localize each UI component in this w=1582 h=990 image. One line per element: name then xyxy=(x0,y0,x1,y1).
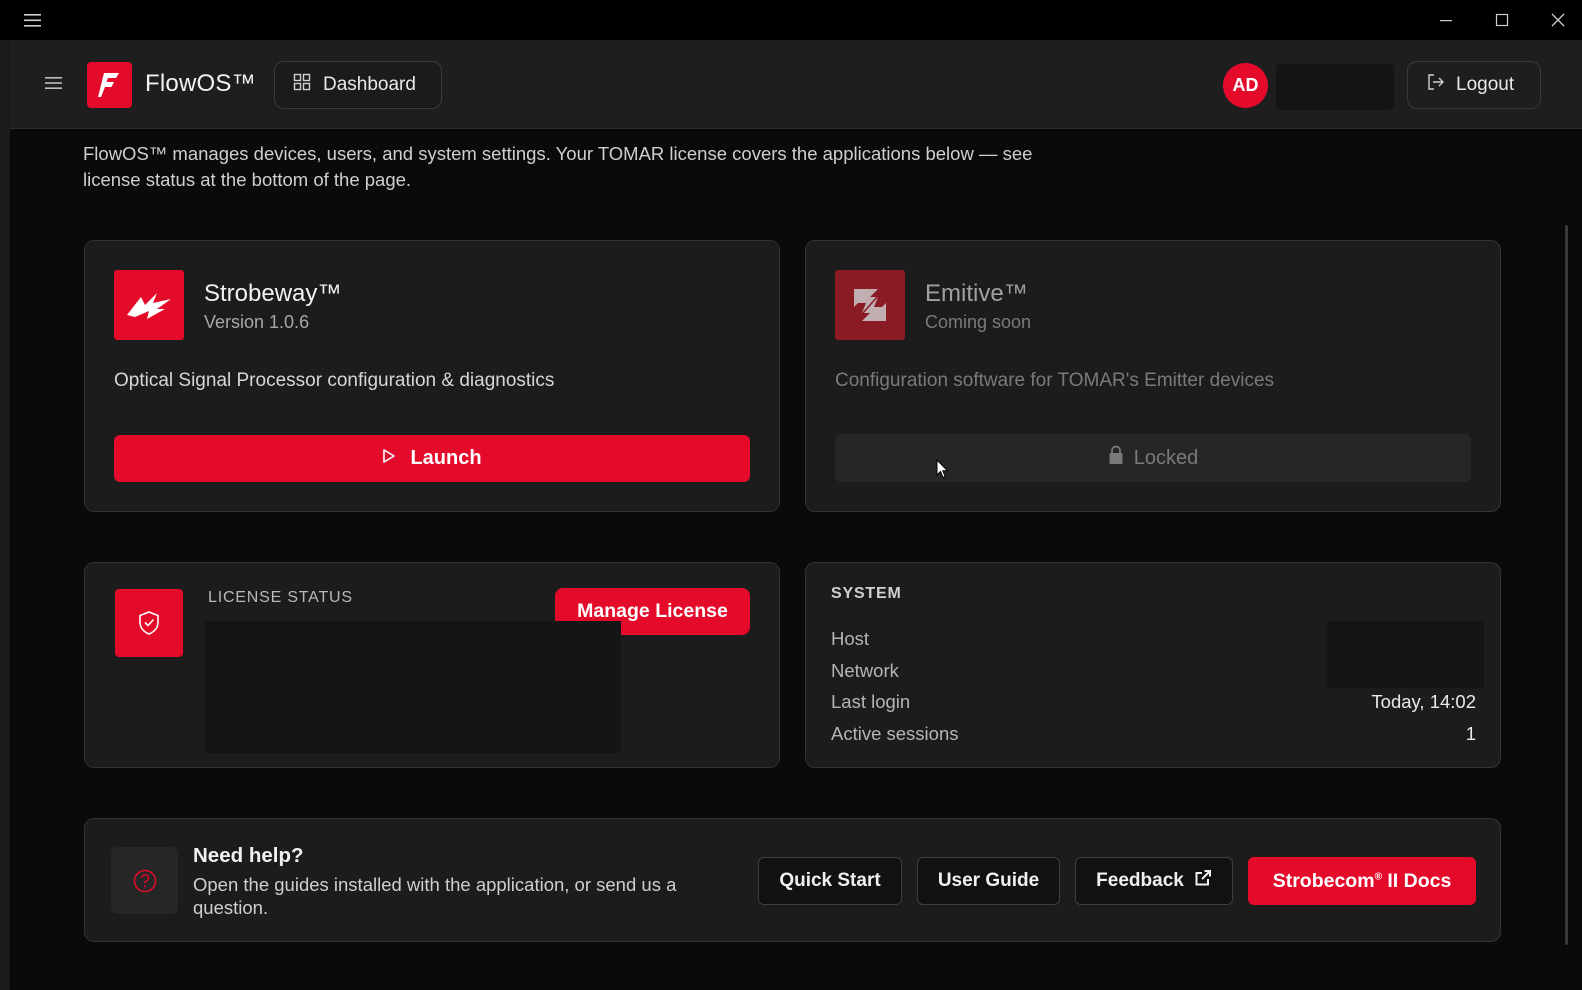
system-values-redacted xyxy=(1327,621,1484,688)
user-guide-button[interactable]: User Guide xyxy=(917,857,1060,905)
docs-label: Strobecom® II Docs xyxy=(1273,870,1452,893)
system-value: Today, 14:02 xyxy=(1371,691,1476,712)
app-status: Coming soon xyxy=(925,312,1032,332)
system-label: Host xyxy=(831,628,870,649)
system-title: SYSTEM xyxy=(831,585,902,602)
close-icon[interactable] xyxy=(1544,8,1572,32)
window-titlebar xyxy=(0,0,1582,40)
help-title: Need help? xyxy=(193,844,304,867)
sidebar-toggle-icon[interactable] xyxy=(44,74,64,92)
dashboard-label: Dashboard xyxy=(323,74,416,95)
system-label: Network xyxy=(831,660,899,681)
license-status-title: LICENSE STATUS xyxy=(208,589,353,606)
shield-icon xyxy=(115,589,183,657)
launch-button[interactable]: Launch xyxy=(114,435,750,482)
registered-mark: ® xyxy=(1374,871,1382,882)
license-details-redacted xyxy=(205,621,621,753)
app-header: FlowOS™ Dashboard AD Logout xyxy=(10,40,1582,129)
license-status-card: LICENSE STATUS Manage License xyxy=(84,562,780,768)
system-value: 1 xyxy=(1465,723,1476,744)
docs-label-name: Strobecom xyxy=(1272,869,1375,892)
dashboard-button[interactable]: Dashboard xyxy=(274,61,442,109)
feedback-button[interactable]: Feedback xyxy=(1075,857,1233,905)
flowos-logo-icon xyxy=(87,62,132,108)
locked-label: Locked xyxy=(1133,446,1199,469)
username-redacted xyxy=(1276,64,1394,110)
logout-button[interactable]: Logout xyxy=(1407,61,1541,109)
system-card: SYSTEM Host Network Last login Today, 14… xyxy=(805,562,1501,768)
brand-name: FlowOS™ xyxy=(145,70,256,97)
intro-text: FlowOS™ manages devices, users, and syst… xyxy=(83,143,1033,190)
system-label: Active sessions xyxy=(831,723,959,744)
question-icon xyxy=(111,847,178,914)
maximize-icon[interactable] xyxy=(1488,8,1516,32)
app-card-emitive: Emitive™ Coming soon Configuration softw… xyxy=(805,240,1501,512)
system-label: Last login xyxy=(831,691,911,712)
system-row-last-login: Last login Today, 14:02 xyxy=(831,689,1476,715)
system-row-active-sessions: Active sessions 1 xyxy=(831,721,1476,747)
window-menu-icon[interactable] xyxy=(22,11,44,29)
help-card: Need help? Open the guides installed wit… xyxy=(84,818,1501,942)
scrollbar[interactable] xyxy=(1565,225,1568,945)
help-description: Open the guides installed with the appli… xyxy=(193,874,677,918)
app-card-strobeway: Strobeway™ Version 1.0.6 Optical Signal … xyxy=(84,240,780,512)
launch-label: Launch xyxy=(410,447,482,469)
app-version: Version 1.0.6 xyxy=(204,312,310,332)
grid-icon xyxy=(293,73,311,97)
docs-label-suffix: II Docs xyxy=(1381,869,1452,892)
emitive-logo-icon xyxy=(835,270,905,340)
feedback-label: Feedback xyxy=(1096,870,1184,891)
app-name: Strobeway™ xyxy=(204,280,342,307)
lock-icon xyxy=(1108,445,1124,471)
quick-start-button[interactable]: Quick Start xyxy=(758,857,902,905)
app-description: Optical Signal Processor configuration &… xyxy=(114,370,555,391)
window-frame xyxy=(0,40,10,990)
logout-label: Logout xyxy=(1456,74,1515,95)
strobecom-docs-button[interactable]: Strobecom® II Docs xyxy=(1248,857,1476,905)
minimize-icon[interactable] xyxy=(1432,8,1460,32)
mouse-cursor-icon xyxy=(936,458,950,484)
strobeway-logo-icon xyxy=(114,270,184,340)
avatar[interactable]: AD xyxy=(1223,63,1268,108)
external-link-icon xyxy=(1194,869,1212,893)
play-icon xyxy=(382,447,396,470)
logout-icon xyxy=(1426,73,1446,97)
app-description: Configuration software for TOMAR's Emitt… xyxy=(835,370,1275,391)
app-name: Emitive™ xyxy=(925,280,1028,307)
locked-button[interactable]: Locked xyxy=(835,434,1471,482)
